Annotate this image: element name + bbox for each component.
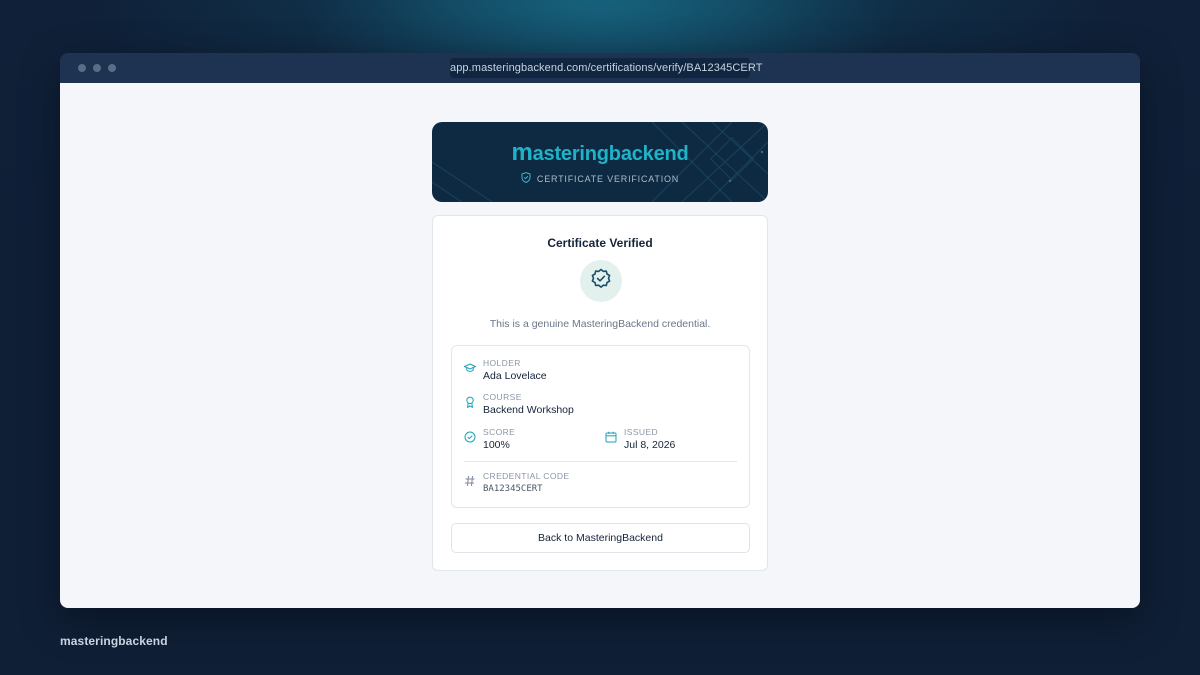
browser-titlebar: app.masteringbackend.com/certifications/…: [60, 53, 1140, 83]
card-description: This is a genuine MasteringBackend crede…: [489, 318, 711, 330]
window-close-dot[interactable]: [78, 64, 86, 72]
details-divider: [464, 461, 737, 462]
verified-badge-container: [580, 260, 622, 302]
score-value: 100%: [483, 439, 510, 451]
issued-value: Jul 8, 2026: [624, 439, 676, 451]
card-title: Certificate Verified: [547, 236, 653, 250]
verification-card: Certificate Verified This is a genuine M…: [432, 215, 768, 571]
graduation-cap-icon: [463, 361, 477, 373]
calendar-icon: [605, 430, 617, 443]
address-bar[interactable]: app.masteringbackend.com/certifications/…: [450, 58, 762, 78]
back-to-site-button[interactable]: Back to MasteringBackend: [451, 523, 750, 553]
credential-code-label: CREDENTIAL CODE: [483, 471, 570, 481]
brand-logo-m: m: [511, 139, 533, 166]
award-ribbon-icon: [464, 395, 476, 409]
holder-label: HOLDER: [483, 358, 521, 368]
banner-subtitle-text: CERTIFICATE VERIFICATION: [536, 173, 680, 184]
verified-badge-icon: [590, 268, 612, 295]
credential-code-value: BA12345CERT: [483, 484, 543, 494]
check-circle-icon: [464, 430, 476, 443]
window-controls: [78, 64, 116, 72]
shield-check-icon: [521, 172, 531, 185]
brand-logo: masteringbackend: [432, 139, 768, 167]
page-viewport: masteringbackend CERTIFICATE VERIFICATIO…: [60, 83, 1140, 608]
course-value: Backend Workshop: [483, 404, 574, 416]
holder-value: Ada Lovelace: [483, 370, 547, 382]
window-minimize-dot[interactable]: [93, 64, 101, 72]
certificate-details: HOLDER Ada Lovelace COURSE Backend Works…: [451, 345, 750, 508]
course-label: COURSE: [483, 392, 522, 402]
issued-label: ISSUED: [624, 427, 659, 437]
banner-subtitle: CERTIFICATE VERIFICATION: [432, 172, 768, 185]
brand-logo-text: asteringbackend: [532, 143, 689, 165]
browser-window: app.masteringbackend.com/certifications/…: [60, 53, 1140, 608]
footer-brand: masteringbackend: [60, 634, 168, 648]
hash-icon: [464, 474, 476, 487]
brand-banner: masteringbackend CERTIFICATE VERIFICATIO…: [432, 122, 768, 202]
score-label: SCORE: [483, 427, 516, 437]
window-maximize-dot[interactable]: [108, 64, 116, 72]
